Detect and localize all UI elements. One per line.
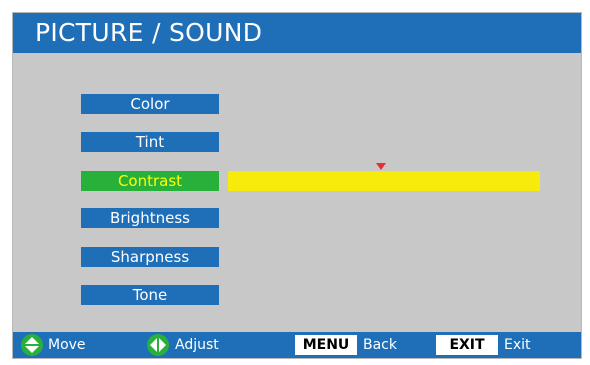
menu-item-color[interactable]: Color [81,94,219,114]
menu-item-sharpness[interactable]: Sharpness [81,247,219,267]
adjust-label: Adjust [175,337,219,353]
menu-item-tint[interactable]: Tint [81,132,219,152]
title-bar: PICTURE / SOUND [13,13,581,53]
back-label: Back [363,337,397,353]
contrast-slider-track[interactable] [228,171,540,191]
menu-item-brightness[interactable]: Brightness [81,208,219,228]
menu-item-tone[interactable]: Tone [81,285,219,305]
exit-label: Exit [504,337,531,353]
exit-key[interactable]: EXIT [436,335,498,355]
up-down-arrows-icon [21,334,43,356]
menu-key[interactable]: MENU [295,335,357,355]
footer-bar: Move Adjust MENU Back EXIT Exit [13,332,581,358]
move-label: Move [48,337,86,353]
menu-item-contrast[interactable]: Contrast [81,171,219,191]
left-right-arrows-icon [147,334,169,356]
osd-screen: PICTURE / SOUND Color Tint Contrast Brig… [12,12,582,359]
page-title: PICTURE / SOUND [35,18,263,47]
slider-position-marker [375,163,386,170]
